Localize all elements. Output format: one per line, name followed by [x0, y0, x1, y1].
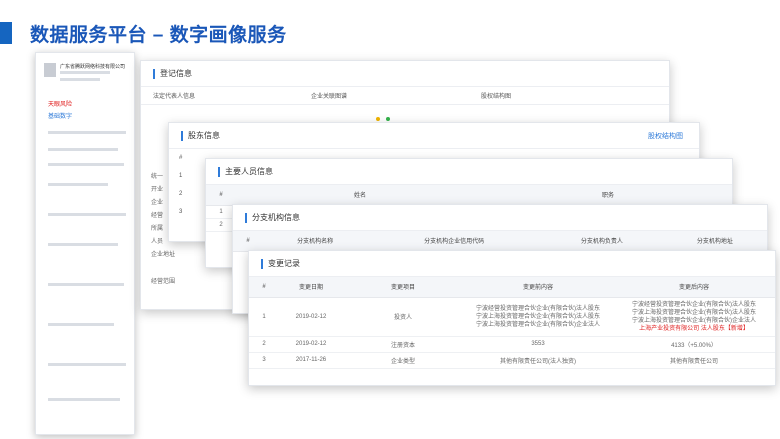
report-line — [48, 131, 126, 134]
equity-structure-link[interactable]: 股权结构图 — [648, 131, 683, 141]
col-header: 分支机构负责人 — [541, 231, 663, 252]
report-line — [48, 283, 124, 286]
header-accent — [181, 130, 183, 141]
change-date: 2017-11-26 — [279, 352, 343, 369]
col-header: # — [249, 277, 279, 298]
table-header-row: # 变更日期 变更项目 变更前内容 变更后内容 — [249, 277, 775, 298]
col-header: 职务 — [484, 185, 732, 206]
table-header-row: # 姓名 职务 — [206, 185, 732, 206]
report-company-name: 广东省腾跃网络科技有限公司 — [60, 64, 126, 70]
row-num: 2 — [249, 336, 279, 353]
col-header: 变更项目 — [343, 277, 463, 298]
table-row: 3 2017-11-26 企业类型 其他有限责任公司(法人独资) 其他有限责任公… — [249, 352, 775, 369]
side-label: 企业地址 — [151, 252, 176, 258]
card1-column-headers: 法定代表人信息 企业关联图谱 股权结构图 — [141, 87, 669, 105]
report-line — [48, 213, 126, 216]
slide-title: 数据服务平台 – 数字画像服务 — [30, 25, 287, 46]
col-header: 姓名 — [236, 185, 484, 206]
col-header: # — [233, 231, 263, 252]
col-relation-graph: 企业关联图谱 — [311, 94, 348, 100]
report-line — [48, 148, 118, 151]
card-header: 主要人员信息 — [206, 159, 732, 185]
row-num: 3 — [249, 352, 279, 369]
change-item: 企业类型 — [343, 352, 463, 369]
change-record-table: # 变更日期 变更项目 变更前内容 变更后内容 1 2019-02-12 投资人… — [249, 277, 775, 369]
before-content: 宁波经营投资管理合伙企业(有限合伙)法人股东 宁波上海投资管理合伙企业(有限合伙… — [463, 297, 613, 337]
col-equity-structure: 股权结构图 — [481, 94, 512, 100]
col-header: # — [206, 185, 236, 206]
change-date: 2019-02-12 — [279, 336, 343, 353]
report-page-thumbnail: 广东省腾跃网络科技有限公司 天眼风险 基础数字 — [35, 52, 135, 435]
company-logo-icon — [44, 63, 56, 77]
change-record-card: 变更记录 # 变更日期 变更项目 变更前内容 变更后内容 1 2019-02-1… — [248, 250, 776, 386]
report-line — [48, 323, 114, 326]
header-accent — [261, 258, 263, 269]
change-item: 投资人 — [343, 297, 463, 337]
report-line — [48, 398, 120, 401]
change-item: 注册资本 — [343, 336, 463, 353]
col-header: 变更日期 — [279, 277, 343, 298]
title-accent-bar — [0, 22, 12, 44]
after-content: 宁波经营投资管理合伙企业(有限合伙)法人股东 宁波上海投资管理合伙企业(有限合伙… — [613, 297, 775, 337]
after-content: 4133（+5.00%） — [613, 336, 775, 353]
after-line: 宁波上海投资管理合伙企业(有限合伙)法人股东 — [632, 309, 756, 316]
report-basic-label: 基础数字 — [48, 114, 73, 120]
header-accent — [218, 166, 220, 177]
before-content: 3553 — [463, 336, 613, 353]
card-header: 变更记录 — [249, 251, 775, 277]
before-line: 宁波上海投资管理合伙企业(有限合伙)法人股东 — [476, 313, 600, 320]
report-line — [60, 78, 100, 81]
graph-node — [386, 117, 390, 121]
after-line: 宁波上海投资管理合伙企业(有限合伙)企业法人 — [632, 317, 756, 324]
change-date: 2019-02-12 — [279, 297, 343, 337]
col-legal-rep: 法定代表人信息 — [153, 94, 196, 100]
table-row: 1 2019-02-12 投资人 宁波经营投资管理合伙企业(有限合伙)法人股东 … — [249, 297, 775, 337]
table-row: 2 2019-02-12 注册资本 3553 4133（+5.00%） — [249, 336, 775, 353]
after-line-new: 上海产业投资有限公司 法人股东【新增】 — [639, 325, 749, 332]
card-title: 主要人员信息 — [225, 167, 273, 176]
card-header: 股东信息 股权结构图 — [169, 123, 699, 149]
header-accent — [245, 212, 247, 223]
col-header: 变更后内容 — [613, 277, 775, 298]
after-content: 其他有限责任公司 — [613, 352, 775, 369]
card-title: 分支机构信息 — [252, 213, 300, 222]
col-header: 分支机构名称 — [263, 231, 368, 252]
graph-node — [376, 117, 380, 121]
col-header: 分支机构地址 — [662, 231, 767, 252]
table-header-row: # 分支机构名称 分支机构企业信用代码 分支机构负责人 分支机构地址 — [233, 231, 767, 252]
report-line — [48, 243, 118, 246]
report-line — [48, 183, 108, 186]
report-line — [60, 71, 110, 74]
after-line: 宁波经营投资管理合伙企业(有限合伙)法人股东 — [632, 301, 756, 308]
before-content: 其他有限责任公司(法人独资) — [463, 352, 613, 369]
card-title: 变更记录 — [268, 259, 300, 268]
header-accent — [153, 68, 155, 79]
before-line: 宁波上海投资管理合伙企业(有限合伙)企业法人 — [476, 321, 600, 328]
card-header: 登记信息 — [141, 61, 669, 87]
card-title: 登记信息 — [160, 69, 192, 78]
report-line — [48, 163, 124, 166]
branch-table: # 分支机构名称 分支机构企业信用代码 分支机构负责人 分支机构地址 — [233, 231, 767, 252]
report-line — [48, 363, 126, 366]
side-label: 经营范围 — [151, 279, 176, 285]
card-title: 股东信息 — [188, 131, 220, 140]
row-num: 1 — [249, 297, 279, 337]
report-risk-label: 天眼风险 — [48, 102, 73, 108]
card-header: 分支机构信息 — [233, 205, 767, 231]
before-line: 宁波经营投资管理合伙企业(有限合伙)法人股东 — [476, 305, 600, 312]
col-header: 分支机构企业信用代码 — [367, 231, 542, 252]
col-header: 变更前内容 — [463, 277, 613, 298]
